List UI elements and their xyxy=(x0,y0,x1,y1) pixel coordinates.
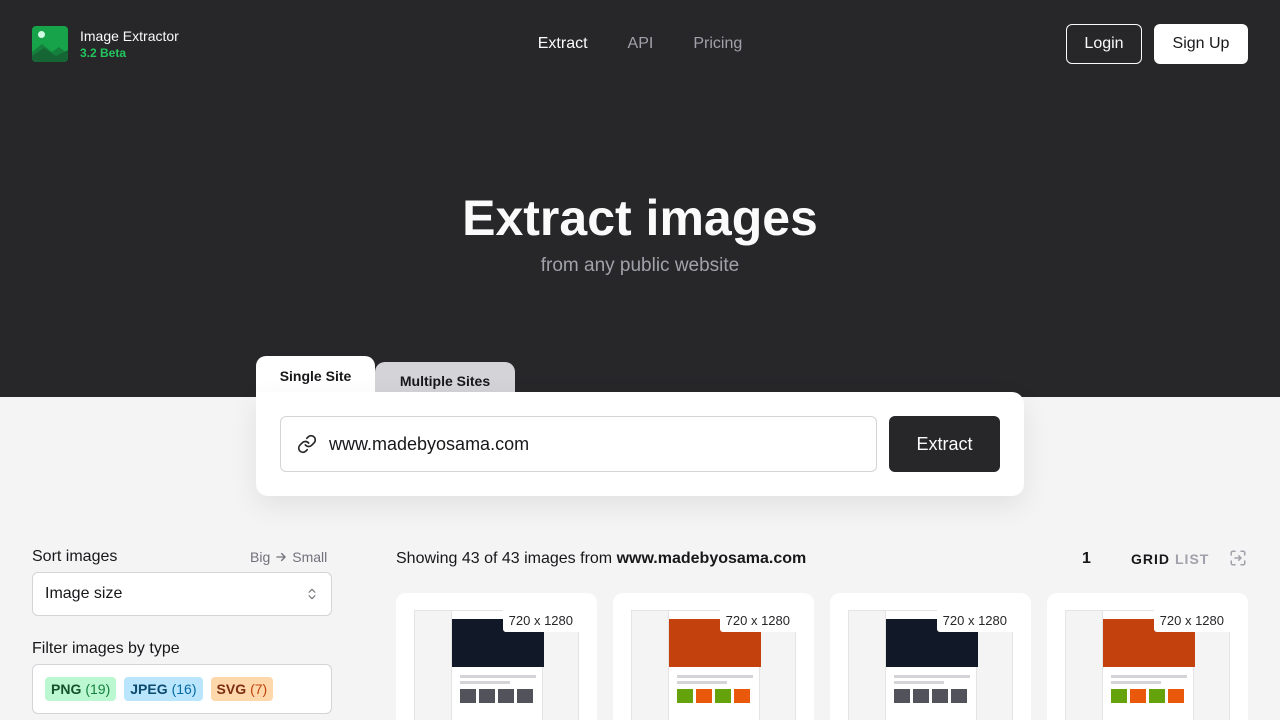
url-input[interactable] xyxy=(329,433,849,455)
image-dimensions: 720 x 1280 xyxy=(719,610,796,632)
results-prefix: Showing 43 of 43 images from xyxy=(396,550,617,567)
sort-select-value: Image size xyxy=(45,585,123,602)
filter-count: (19) xyxy=(85,681,111,697)
url-field[interactable] xyxy=(280,416,877,472)
hero-section: Image Extractor 3.2 Beta Extract API Pri… xyxy=(0,0,1280,397)
sort-from-label: Big xyxy=(250,549,271,565)
app-logo[interactable]: Image Extractor 3.2 Beta xyxy=(32,26,179,62)
extract-button[interactable]: Extract xyxy=(889,416,1000,472)
image-card[interactable]: 720 x 1280 xyxy=(613,593,814,720)
sort-to-label: Small xyxy=(292,549,328,565)
sort-label: Sort images xyxy=(32,548,118,565)
expand-icon[interactable] xyxy=(1229,549,1247,567)
filter-box: PNG (19) JPEG (16) SVG (7) xyxy=(32,664,332,714)
image-dimensions: 720 x 1280 xyxy=(1153,610,1230,632)
login-button[interactable]: Login xyxy=(1066,24,1142,64)
results-summary: Showing 43 of 43 images from www.madebyo… xyxy=(396,549,806,569)
chevron-up-down-icon xyxy=(308,588,316,600)
image-card[interactable]: 720 x 1280 xyxy=(396,593,597,720)
arrow-right-icon xyxy=(276,552,286,562)
signup-button[interactable]: Sign Up xyxy=(1154,24,1248,64)
tab-multiple-sites[interactable]: Multiple Sites xyxy=(375,362,515,396)
link-icon xyxy=(297,434,317,454)
image-card[interactable]: 720 x 1280 xyxy=(1047,593,1248,720)
search-card: Extract xyxy=(256,392,1024,496)
filter-type: PNG xyxy=(51,681,82,697)
sort-direction-toggle[interactable]: Big Small xyxy=(250,548,327,566)
tab-single-site[interactable]: Single Site xyxy=(256,356,375,396)
image-dimensions: 720 x 1280 xyxy=(936,610,1013,632)
image-dimensions: 720 x 1280 xyxy=(502,610,579,632)
page-number[interactable]: 1 xyxy=(1082,549,1091,569)
filter-label: Filter images by type xyxy=(32,640,180,657)
results-domain: www.madebyosama.com xyxy=(616,550,807,567)
nav-api[interactable]: API xyxy=(628,34,654,54)
sort-select[interactable]: Image size xyxy=(32,572,332,616)
filter-chip-jpeg[interactable]: JPEG (16) xyxy=(124,677,203,701)
filter-count: (7) xyxy=(250,681,268,697)
view-grid-toggle[interactable]: GRID xyxy=(1131,550,1170,568)
filter-type: JPEG xyxy=(130,681,168,697)
nav-pricing[interactable]: Pricing xyxy=(693,34,742,54)
filter-count: (16) xyxy=(171,681,197,697)
filter-chip-svg[interactable]: SVG (7) xyxy=(210,677,274,701)
filter-chip-png[interactable]: PNG (19) xyxy=(45,677,117,701)
nav-extract[interactable]: Extract xyxy=(538,34,588,54)
image-logo-icon xyxy=(32,26,68,62)
image-card[interactable]: 720 x 1280 xyxy=(830,593,1031,720)
view-list-toggle[interactable]: LIST xyxy=(1175,550,1209,568)
filter-type: SVG xyxy=(216,681,247,697)
app-version: 3.2 Beta xyxy=(80,46,127,60)
hero-subtitle: from any public website xyxy=(540,255,740,276)
hero-title: Extract images xyxy=(462,190,818,246)
app-name: Image Extractor xyxy=(80,28,179,44)
